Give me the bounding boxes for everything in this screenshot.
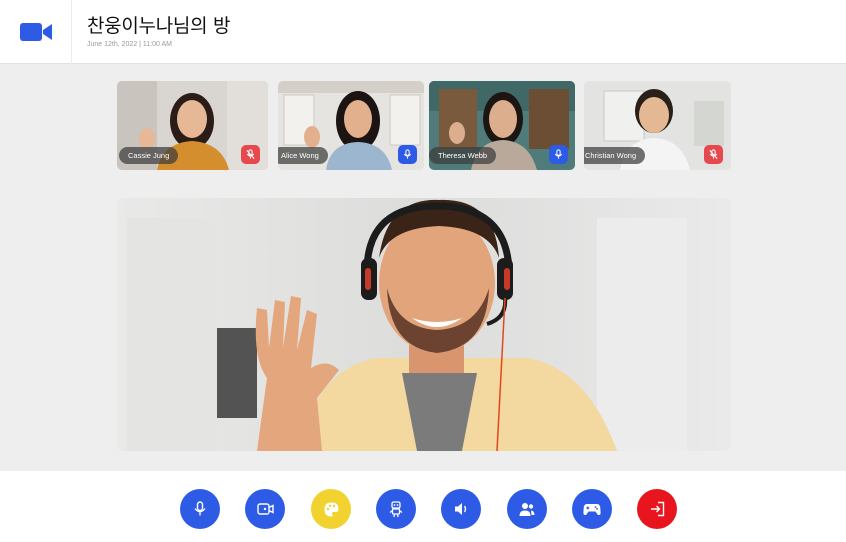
participant-tile-theresa[interactable]: Theresa Webb xyxy=(429,81,575,170)
room-datetime: June 12th, 2022 | 11:00 AM xyxy=(87,41,172,48)
participant-name-tag: Alice Wong xyxy=(278,147,328,164)
microphone-icon xyxy=(194,501,206,516)
app-logo[interactable] xyxy=(0,0,72,64)
mic-off-icon xyxy=(709,149,718,159)
participant-name-tag: Cassie Jung xyxy=(119,147,179,164)
video-camera-icon xyxy=(256,503,274,515)
microphone-button[interactable] xyxy=(180,489,220,529)
speaker-icon xyxy=(454,503,466,515)
avatar-button[interactable] xyxy=(376,489,416,529)
participant-name-tag: Christian Wong xyxy=(584,147,646,164)
mic-on-badge xyxy=(549,145,568,164)
mic-on-badge xyxy=(398,145,417,164)
room-title: 찬웅이누나님의 방 xyxy=(87,15,231,37)
palette-button[interactable] xyxy=(311,489,351,529)
leave-button[interactable] xyxy=(637,489,677,529)
users-icon xyxy=(519,503,535,516)
exit-icon xyxy=(650,501,664,517)
speaker-button[interactable] xyxy=(441,489,481,529)
video-camera-icon xyxy=(19,23,52,41)
gamepad-icon xyxy=(583,504,601,515)
participant-tile-christian[interactable]: Christian Wong xyxy=(584,81,731,170)
header-bar: 찬웅이누나님의 방 June 12th, 2022 | 11:00 AM xyxy=(0,0,846,64)
microphone-icon xyxy=(403,149,412,159)
microphone-icon xyxy=(554,149,563,159)
participant-tile-alice[interactable]: Alice Wong xyxy=(278,81,424,170)
palette-icon xyxy=(324,502,338,516)
game-button[interactable] xyxy=(572,489,612,529)
mic-off-icon xyxy=(246,149,255,159)
mic-muted-badge xyxy=(704,145,723,164)
speaker-video-frame xyxy=(117,198,731,451)
participants-button[interactable] xyxy=(507,489,547,529)
video-call-app: 찬웅이누나님의 방 June 12th, 2022 | 11:00 AM Cas… xyxy=(0,0,846,542)
robot-icon xyxy=(389,501,403,518)
participant-tile-cassie[interactable]: Cassie Jung xyxy=(117,81,268,170)
control-toolbar xyxy=(0,471,846,542)
mic-muted-badge xyxy=(241,145,260,164)
camera-button[interactable] xyxy=(245,489,285,529)
participant-name-tag: Theresa Webb xyxy=(429,147,497,164)
main-speaker-video[interactable] xyxy=(117,198,731,451)
